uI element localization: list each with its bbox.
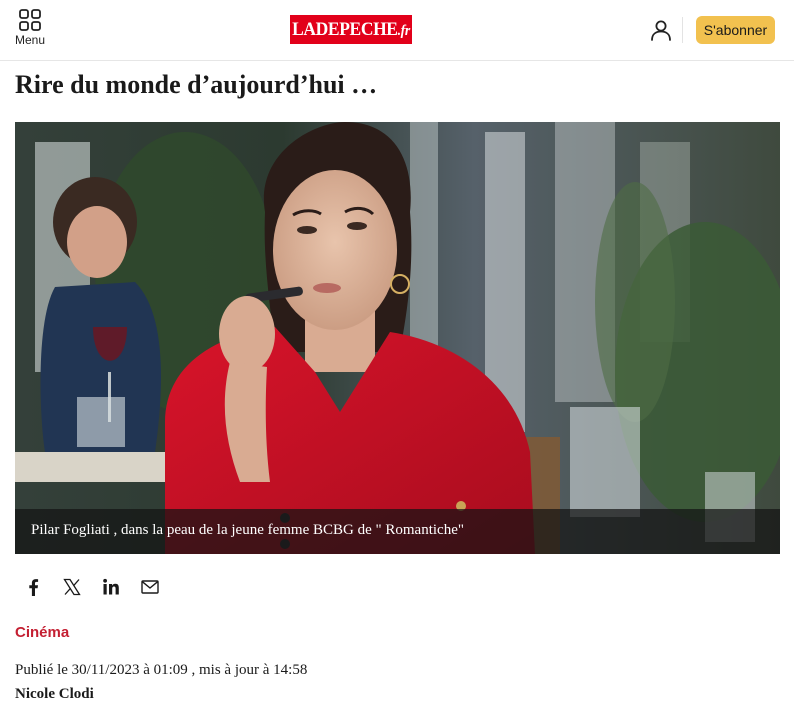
header-divider [682,17,683,43]
hero-photo [15,122,780,554]
grid-menu-icon [19,9,41,31]
subscribe-button[interactable]: S'abonner [696,16,775,44]
linkedin-icon [103,578,119,595]
share-x-button[interactable] [61,576,83,598]
category-link[interactable]: Cinéma [15,624,69,641]
share-email-button[interactable] [139,576,161,598]
caption-bar: Pilar Fogliati , dans la peau de la jeun… [15,509,780,554]
article-title: Rire du monde d’aujourd’hui … [15,70,378,99]
site-logo[interactable]: LADEPECHE.fr [290,15,412,44]
publication-date: Publié le 30/11/2023 à 01:09 , mis à jou… [15,662,308,678]
user-icon[interactable] [649,18,673,42]
author-name: Nicole Clodi [15,686,94,702]
hero-image: Pilar Fogliati , dans la peau de la jeun… [15,122,780,554]
site-header: Menu LADEPECHE.fr S'abonner [0,0,794,61]
share-facebook-button[interactable] [22,576,44,598]
email-icon [141,580,159,594]
menu-label: Menu [14,33,46,47]
image-caption: Pilar Fogliati , dans la peau de la jeun… [31,522,464,538]
logo-text: LADEPECHE.fr [292,18,410,40]
menu-button[interactable]: Menu [12,9,48,49]
x-icon [63,578,81,596]
facebook-icon [29,579,39,596]
share-linkedin-button[interactable] [100,576,122,598]
